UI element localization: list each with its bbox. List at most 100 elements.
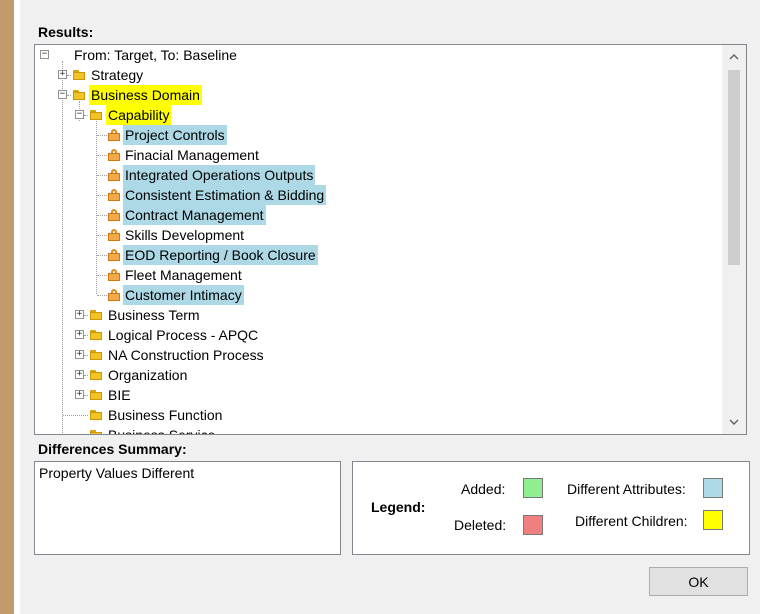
tree-item-label[interactable]: Consistent Estimation & Bidding bbox=[123, 185, 327, 205]
tree-item-eod-reporting[interactable]: EOD Reporting / Book Closure bbox=[35, 245, 722, 265]
tree-item-customer-intimacy[interactable]: Customer Intimacy bbox=[35, 285, 722, 305]
tree-item-na-construction-process[interactable]: + NA Construction Process bbox=[35, 345, 722, 365]
tree-connector bbox=[97, 235, 107, 236]
tree-item-label[interactable]: NA Construction Process bbox=[106, 345, 266, 365]
tree-item-organization[interactable]: + Organization bbox=[35, 365, 722, 385]
capability-icon bbox=[108, 169, 120, 181]
tree-connector bbox=[84, 315, 88, 316]
tree-connector bbox=[84, 375, 88, 376]
tree-root[interactable]: − From: Target, To: Baseline bbox=[35, 45, 722, 65]
tree-connector bbox=[97, 175, 107, 176]
differences-summary-box[interactable]: Property Values Different bbox=[34, 461, 341, 555]
expand-icon[interactable]: + bbox=[75, 390, 84, 399]
tree-item-label[interactable]: Customer Intimacy bbox=[123, 285, 244, 305]
tree-connector bbox=[67, 95, 71, 96]
results-tree[interactable]: − From: Target, To: Baseline + Strategy … bbox=[34, 44, 747, 435]
expand-icon[interactable]: + bbox=[75, 330, 84, 339]
expand-icon[interactable]: + bbox=[75, 370, 84, 379]
tree-item-label[interactable]: Skills Development bbox=[123, 225, 246, 245]
tree-item-strategy[interactable]: + Strategy bbox=[35, 65, 722, 85]
tree-item-label[interactable]: Strategy bbox=[89, 65, 145, 85]
folder-icon bbox=[90, 310, 102, 320]
tree-connector bbox=[97, 155, 107, 156]
tree-connector bbox=[97, 215, 107, 216]
folder-icon bbox=[90, 330, 102, 340]
tree-item-label[interactable]: BIE bbox=[106, 385, 133, 405]
capability-icon bbox=[108, 249, 120, 261]
folder-icon bbox=[90, 370, 102, 380]
tree-item-fleet-management[interactable]: Fleet Management bbox=[35, 265, 722, 285]
capability-icon bbox=[108, 269, 120, 281]
different-attributes-swatch bbox=[703, 478, 723, 498]
folder-icon bbox=[90, 110, 102, 120]
legend-box: Legend: Added: Deleted: Different Attrib… bbox=[352, 461, 750, 555]
window-edge bbox=[0, 0, 14, 614]
legend-title: Legend: bbox=[371, 499, 426, 515]
tree-item-label[interactable]: Integrated Operations Outputs bbox=[123, 165, 316, 185]
collapse-icon[interactable]: − bbox=[40, 50, 49, 59]
tree-item-bie[interactable]: + BIE bbox=[35, 385, 722, 405]
scroll-down-icon[interactable] bbox=[722, 412, 746, 432]
tree-item-label[interactable]: Business Domain bbox=[89, 85, 202, 105]
folder-icon bbox=[90, 430, 102, 434]
tree-connector bbox=[63, 415, 88, 416]
tree-item-label[interactable]: Contract Management bbox=[123, 205, 266, 225]
collapse-icon[interactable]: − bbox=[58, 90, 67, 99]
collapse-icon[interactable]: − bbox=[75, 110, 84, 119]
tree-connector bbox=[97, 275, 107, 276]
added-swatch bbox=[523, 478, 543, 498]
legend-diff-children-label: Different Children: bbox=[575, 513, 688, 529]
tree-item-label[interactable]: EOD Reporting / Book Closure bbox=[123, 245, 318, 265]
tree-item-integrated-operations-outputs[interactable]: Integrated Operations Outputs bbox=[35, 165, 722, 185]
results-label: Results: bbox=[38, 24, 94, 40]
tree-connector bbox=[84, 115, 88, 116]
expand-icon[interactable]: + bbox=[75, 350, 84, 359]
tree-connector bbox=[97, 195, 107, 196]
tree-item-business-term[interactable]: + Business Term bbox=[35, 305, 722, 325]
tree-item-business-domain[interactable]: − Business Domain bbox=[35, 85, 722, 105]
capability-icon bbox=[108, 189, 120, 201]
tree-item-label[interactable]: Business Function bbox=[106, 405, 224, 425]
tree-item-business-function[interactable]: Business Function bbox=[35, 405, 722, 425]
legend-added-label: Added: bbox=[461, 481, 506, 497]
tree-item-logical-process[interactable]: + Logical Process - APQC bbox=[35, 325, 722, 345]
different-children-swatch bbox=[703, 510, 723, 530]
capability-icon bbox=[108, 149, 120, 161]
folder-icon bbox=[73, 70, 85, 80]
tree-item-project-controls[interactable]: Project Controls bbox=[35, 125, 722, 145]
capability-icon bbox=[108, 129, 120, 141]
capability-icon bbox=[108, 229, 120, 241]
tree-item-finacial-management[interactable]: Finacial Management bbox=[35, 145, 722, 165]
legend-deleted-label: Deleted: bbox=[454, 517, 507, 533]
scroll-up-icon[interactable] bbox=[722, 47, 746, 67]
tree-connector bbox=[67, 75, 71, 76]
capability-icon bbox=[108, 289, 120, 301]
expand-icon[interactable]: + bbox=[58, 70, 67, 79]
tree-item-label[interactable]: Organization bbox=[106, 365, 189, 385]
tree-connector bbox=[84, 355, 88, 356]
tree-item-label[interactable]: Logical Process - APQC bbox=[106, 325, 260, 345]
folder-icon bbox=[90, 350, 102, 360]
tree-item-business-service[interactable]: Business Service bbox=[35, 425, 722, 434]
differences-summary-label: Differences Summary: bbox=[38, 441, 187, 457]
tree-item-label[interactable]: Capability bbox=[106, 105, 172, 125]
tree-item-label[interactable]: Project Controls bbox=[123, 125, 227, 145]
tree-vertical-scrollbar[interactable] bbox=[722, 45, 746, 434]
capability-icon bbox=[108, 209, 120, 221]
tree-connector bbox=[84, 335, 88, 336]
summary-text: Property Values Different bbox=[39, 465, 195, 481]
tree-item-label[interactable]: Finacial Management bbox=[123, 145, 261, 165]
tree-item-contract-management[interactable]: Contract Management bbox=[35, 205, 722, 225]
tree-item-label[interactable]: Business Term bbox=[106, 305, 202, 325]
tree-root-label[interactable]: From: Target, To: Baseline bbox=[72, 45, 239, 65]
tree-item-label[interactable]: Business Service bbox=[106, 425, 217, 434]
tree-connector bbox=[97, 255, 107, 256]
tree-item-label[interactable]: Fleet Management bbox=[123, 265, 244, 285]
tree-item-capability[interactable]: − Capability bbox=[35, 105, 722, 125]
tree-item-consistent-estimation[interactable]: Consistent Estimation & Bidding bbox=[35, 185, 722, 205]
ok-button[interactable]: OK bbox=[649, 567, 748, 596]
tree-item-skills-development[interactable]: Skills Development bbox=[35, 225, 722, 245]
expand-icon[interactable]: + bbox=[75, 310, 84, 319]
scroll-thumb[interactable] bbox=[728, 70, 740, 265]
folder-icon bbox=[90, 410, 102, 420]
